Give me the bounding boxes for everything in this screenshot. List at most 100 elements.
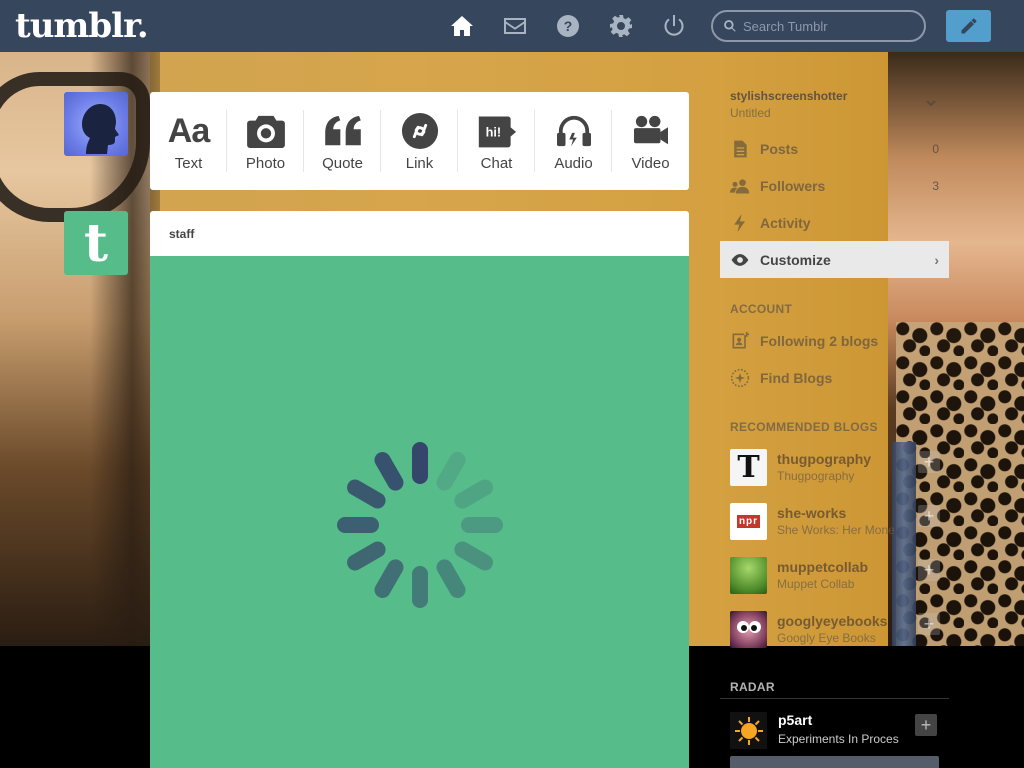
blog-description: Googly Eye Books — [777, 631, 876, 645]
post-type-video[interactable]: Video — [612, 92, 689, 190]
chat-bubble-icon: hi! — [477, 111, 517, 151]
spinner-segment — [337, 517, 379, 533]
blog-name[interactable]: thugpography — [777, 451, 871, 467]
right-sidebar: stylishscreenshotter Untitled Posts 0 Fo… — [720, 52, 949, 768]
sidebar-item-label: Find Blogs — [760, 369, 833, 386]
staff-avatar-letter: t — [83, 212, 109, 274]
compass-icon — [730, 368, 750, 387]
blog-name[interactable]: muppetcollab — [777, 559, 868, 575]
sidebar-item-following[interactable]: Following 2 blogs — [720, 322, 949, 359]
blog-name[interactable]: stylishscreenshotter — [730, 89, 847, 103]
blog-thumbnail — [730, 557, 767, 594]
top-header: tumblr. ? — [0, 0, 1024, 52]
recommended-blog[interactable]: T thugpography Thugpography + — [720, 449, 949, 503]
blog-subtitle: Untitled — [730, 106, 771, 120]
post-type-photo[interactable]: Photo — [227, 92, 304, 190]
account-section-label: ACCOUNT — [730, 302, 793, 316]
spinner-segment — [374, 559, 404, 598]
silhouette-icon — [82, 104, 119, 154]
recommended-blog[interactable]: npr she-works She Works: Her Mone + — [720, 503, 949, 557]
radar-blog[interactable]: p5art Experiments In Proces + — [720, 710, 949, 750]
spinner-segment — [454, 541, 493, 571]
spinner-segment — [347, 541, 386, 571]
help-icon[interactable]: ? — [555, 13, 581, 39]
user-avatar[interactable] — [64, 92, 128, 156]
sidebar-item-posts[interactable]: Posts 0 — [720, 130, 949, 167]
chevron-right-icon: › — [934, 251, 939, 268]
tumblr-logo[interactable]: tumblr. — [15, 6, 149, 46]
search-box[interactable] — [711, 10, 926, 42]
recommended-blog[interactable]: muppetcollab Muppet Collab + — [720, 557, 949, 611]
document-icon — [734, 140, 747, 157]
quote-icon — [322, 111, 364, 151]
recommended-blog[interactable]: googlyeyebooks Googly Eye Books + — [720, 611, 949, 665]
camera-icon — [246, 111, 285, 151]
radar-blog-description: Experiments In Proces — [778, 732, 899, 746]
blog-thumbnail: T — [730, 449, 767, 486]
blog-description: She Works: Her Mone — [777, 523, 895, 537]
lightning-icon — [734, 213, 745, 232]
post-type-chat[interactable]: hi! Chat — [458, 92, 535, 190]
post-type-bar: Aa Text Photo Quote Link hi! Chat Audio — [150, 92, 689, 190]
aa-text-icon: Aa — [167, 111, 210, 150]
spinner-segment — [436, 452, 466, 491]
follow-button[interactable]: + — [918, 559, 940, 581]
follow-button[interactable]: + — [918, 505, 940, 527]
chevron-down-icon[interactable] — [925, 97, 937, 109]
video-camera-icon — [632, 111, 670, 151]
blog-name[interactable]: googlyeyebooks — [777, 613, 887, 629]
blog-thumbnail — [730, 611, 767, 648]
search-input[interactable] — [743, 18, 913, 34]
post-type-quote[interactable]: Quote — [304, 92, 381, 190]
post-type-link[interactable]: Link — [381, 92, 458, 190]
sun-icon — [734, 716, 763, 745]
spinner-segment — [454, 479, 493, 509]
googly-eyes-icon — [737, 621, 761, 633]
eye-icon — [731, 253, 749, 266]
home-icon[interactable] — [449, 13, 475, 39]
post-type-label: Video — [631, 154, 670, 172]
gear-icon[interactable] — [608, 13, 634, 39]
radar-divider — [720, 698, 949, 699]
sidebar-item-label: Posts — [760, 140, 799, 157]
mail-icon[interactable] — [502, 13, 528, 39]
svg-text:hi!: hi! — [485, 124, 501, 139]
following-icon — [732, 331, 750, 348]
sidebar-item-label: Customize — [760, 251, 831, 268]
spinner-segment — [412, 566, 428, 608]
recommended-section-label: RECOMMENDED BLOGS — [730, 420, 878, 434]
posts-count: 0 — [932, 141, 939, 156]
link-icon — [401, 111, 439, 151]
post-type-label: Text — [174, 154, 203, 172]
sidebar-item-activity[interactable]: Activity — [720, 204, 949, 241]
sidebar-item-customize[interactable]: Customize › — [720, 241, 949, 278]
radar-section-label: RADAR — [730, 680, 775, 694]
power-icon[interactable] — [661, 13, 687, 39]
spinner-segment — [412, 442, 428, 484]
follow-button[interactable]: + — [915, 714, 937, 736]
post-type-text[interactable]: Aa Text — [150, 92, 227, 190]
spinner-segment — [374, 452, 404, 491]
staff-avatar[interactable]: t — [64, 211, 128, 275]
pencil-icon — [961, 18, 976, 34]
sidebar-item-find-blogs[interactable]: Find Blogs — [720, 359, 949, 396]
follow-button[interactable]: + — [918, 451, 940, 473]
sidebar-item-label: Following 2 blogs — [760, 332, 879, 349]
radar-thumbnail — [730, 712, 767, 749]
post-type-audio[interactable]: Audio — [535, 92, 612, 190]
blog-description: Muppet Collab — [777, 577, 855, 591]
search-icon — [724, 20, 736, 32]
follow-button[interactable]: + — [918, 613, 940, 635]
sidebar-item-label: Followers — [760, 177, 826, 194]
radar-blog-name[interactable]: p5art — [778, 712, 812, 728]
radar-post-preview[interactable] — [730, 756, 939, 768]
post-author[interactable]: staff — [150, 211, 689, 256]
headphones-icon — [555, 111, 593, 151]
post-type-label: Chat — [480, 154, 513, 172]
spinner-segment — [347, 479, 386, 509]
compose-button[interactable] — [946, 10, 991, 42]
post-type-label: Photo — [245, 154, 286, 172]
followers-count: 3 — [932, 178, 939, 193]
blog-name[interactable]: she-works — [777, 505, 846, 521]
sidebar-item-followers[interactable]: Followers 3 — [720, 167, 949, 204]
